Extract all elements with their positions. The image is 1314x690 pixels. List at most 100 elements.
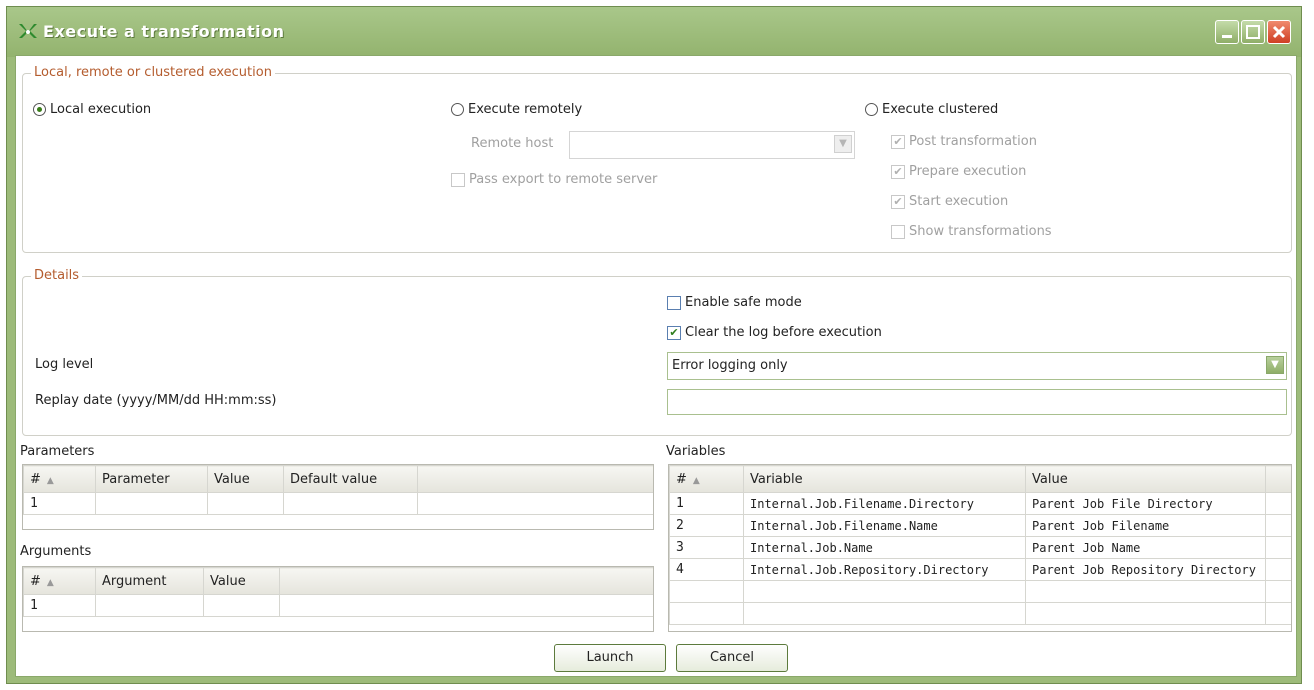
index-header-label: #: [30, 471, 41, 487]
show-transformations-label: Show transformations: [909, 224, 1052, 239]
cell-filler: [1265, 492, 1291, 515]
cell-filler: [1265, 580, 1291, 603]
index-header-label: #: [30, 573, 41, 589]
log-level-select[interactable]: Error logging only ▼: [667, 352, 1287, 380]
cell-variable[interactable]: [743, 580, 1026, 603]
cell-index: 1: [669, 492, 744, 515]
launch-button[interactable]: Launch: [554, 644, 666, 672]
clear-log-checkbox[interactable]: ✔ Clear the log before execution: [667, 325, 882, 340]
post-transformation-checkbox[interactable]: ✔ Post transformation: [891, 134, 1037, 149]
cell-value[interactable]: Parent Job Repository Directory: [1025, 558, 1266, 581]
execution-group-legend: Local, remote or clustered execution: [31, 65, 275, 80]
remote-host-select[interactable]: ▼: [569, 131, 855, 159]
safe-mode-checkbox[interactable]: Enable safe mode: [667, 295, 802, 310]
column-header-filler: [1265, 465, 1291, 493]
cell-filler: [417, 492, 653, 515]
spoon-logo-icon: [19, 24, 37, 38]
cancel-button[interactable]: Cancel: [676, 644, 788, 672]
column-header-value[interactable]: Value: [207, 465, 284, 493]
replay-date-input[interactable]: [667, 389, 1287, 415]
prepare-execution-checkbox[interactable]: ✔ Prepare execution: [891, 164, 1026, 179]
cell-index: 1: [23, 594, 96, 617]
table-row-empty[interactable]: [669, 580, 1291, 603]
cell-filler: [279, 594, 653, 617]
cell-variable[interactable]: Internal.Job.Name: [743, 536, 1026, 559]
execute-transformation-window: Execute a transformation Local, remote o…: [6, 6, 1302, 684]
column-header-value[interactable]: Value: [203, 567, 280, 595]
cell-parameter[interactable]: [95, 492, 208, 515]
execute-remotely-radio[interactable]: Execute remotely: [451, 102, 582, 117]
column-header-index[interactable]: # ▲: [23, 465, 96, 493]
cell-variable[interactable]: Internal.Job.Filename.Directory: [743, 492, 1026, 515]
cell-value[interactable]: [207, 492, 284, 515]
column-header-default-value[interactable]: Default value: [283, 465, 418, 493]
cell-filler: [1265, 536, 1291, 559]
column-header-filler: [279, 567, 653, 595]
start-execution-checkbox[interactable]: ✔ Start execution: [891, 194, 1008, 209]
column-header-value[interactable]: Value: [1025, 465, 1266, 493]
dialog-body: Local, remote or clustered execution Loc…: [15, 55, 1297, 677]
sort-ascending-icon: ▲: [46, 475, 54, 486]
parameters-table[interactable]: # ▲ Parameter Value Default value 1: [22, 464, 654, 530]
checkbox-empty-icon: [667, 295, 681, 310]
column-header-variable[interactable]: Variable: [743, 465, 1026, 493]
cell-index: [669, 602, 744, 625]
log-level-label: Log level: [35, 357, 94, 372]
start-execution-label: Start execution: [909, 194, 1009, 209]
cell-value[interactable]: [203, 594, 280, 617]
cell-value[interactable]: [1025, 580, 1266, 603]
title-bar[interactable]: Execute a transformation: [7, 7, 1301, 57]
column-header-parameter[interactable]: Parameter: [95, 465, 208, 493]
maximize-button[interactable]: [1241, 20, 1265, 44]
cell-default-value[interactable]: [283, 492, 418, 515]
cell-value[interactable]: Parent Job Filename: [1025, 514, 1266, 537]
table-row[interactable]: 1 Internal.Job.Filename.Directory Parent…: [669, 492, 1291, 515]
prepare-execution-label: Prepare execution: [909, 164, 1027, 179]
sort-ascending-icon: ▲: [46, 577, 54, 588]
cell-variable[interactable]: Internal.Job.Repository.Directory: [743, 558, 1026, 581]
close-button[interactable]: [1267, 20, 1291, 44]
show-transformations-checkbox[interactable]: Show transformations: [891, 224, 1052, 239]
window-title: Execute a transformation: [43, 22, 285, 41]
variables-table[interactable]: # ▲ Variable Value 1 Internal.Job.Filenam…: [668, 464, 1292, 632]
radio-selected-icon: [33, 103, 46, 116]
execute-clustered-label: Execute clustered: [882, 102, 999, 117]
local-execution-label: Local execution: [50, 102, 152, 117]
sort-ascending-icon: ▲: [692, 475, 700, 486]
cell-variable[interactable]: Internal.Job.Filename.Name: [743, 514, 1026, 537]
local-execution-radio[interactable]: Local execution: [33, 102, 151, 117]
cell-value[interactable]: Parent Job File Directory: [1025, 492, 1266, 515]
column-header-index[interactable]: # ▲: [669, 465, 744, 493]
cell-value[interactable]: [1025, 602, 1266, 625]
column-header-argument[interactable]: Argument: [95, 567, 204, 595]
remote-host-label: Remote host: [471, 136, 554, 151]
chevron-down-icon: ▼: [834, 135, 852, 153]
table-row[interactable]: 1: [23, 594, 653, 617]
minimize-button[interactable]: [1215, 20, 1239, 44]
cell-index: 4: [669, 558, 744, 581]
table-row[interactable]: 3 Internal.Job.Name Parent Job Name: [669, 536, 1291, 559]
pass-export-checkbox[interactable]: Pass export to remote server: [451, 172, 657, 187]
column-header-index[interactable]: # ▲: [23, 567, 96, 595]
column-header-filler: [417, 465, 653, 493]
cell-variable[interactable]: [743, 602, 1026, 625]
execute-remotely-label: Execute remotely: [468, 102, 583, 117]
replay-date-label: Replay date (yyyy/MM/dd HH:mm:ss): [35, 393, 277, 408]
cell-filler: [1265, 558, 1291, 581]
cell-filler: [1265, 602, 1291, 625]
safe-mode-label: Enable safe mode: [685, 295, 802, 310]
table-row[interactable]: 4 Internal.Job.Repository.Directory Pare…: [669, 558, 1291, 581]
cell-argument[interactable]: [95, 594, 204, 617]
close-icon: [1272, 25, 1286, 39]
table-row-empty[interactable]: [669, 602, 1291, 625]
table-row[interactable]: 2 Internal.Job.Filename.Name Parent Job …: [669, 514, 1291, 537]
index-header-label: #: [676, 471, 687, 487]
execute-clustered-radio[interactable]: Execute clustered: [865, 102, 998, 117]
variables-title: Variables: [666, 444, 726, 459]
checkbox-empty-icon: [891, 224, 905, 239]
arguments-table[interactable]: # ▲ Argument Value 1: [22, 566, 654, 632]
pass-export-label: Pass export to remote server: [469, 172, 658, 187]
cell-value[interactable]: Parent Job Name: [1025, 536, 1266, 559]
checkmark-icon: ✔: [891, 194, 905, 209]
table-row[interactable]: 1: [23, 492, 653, 515]
